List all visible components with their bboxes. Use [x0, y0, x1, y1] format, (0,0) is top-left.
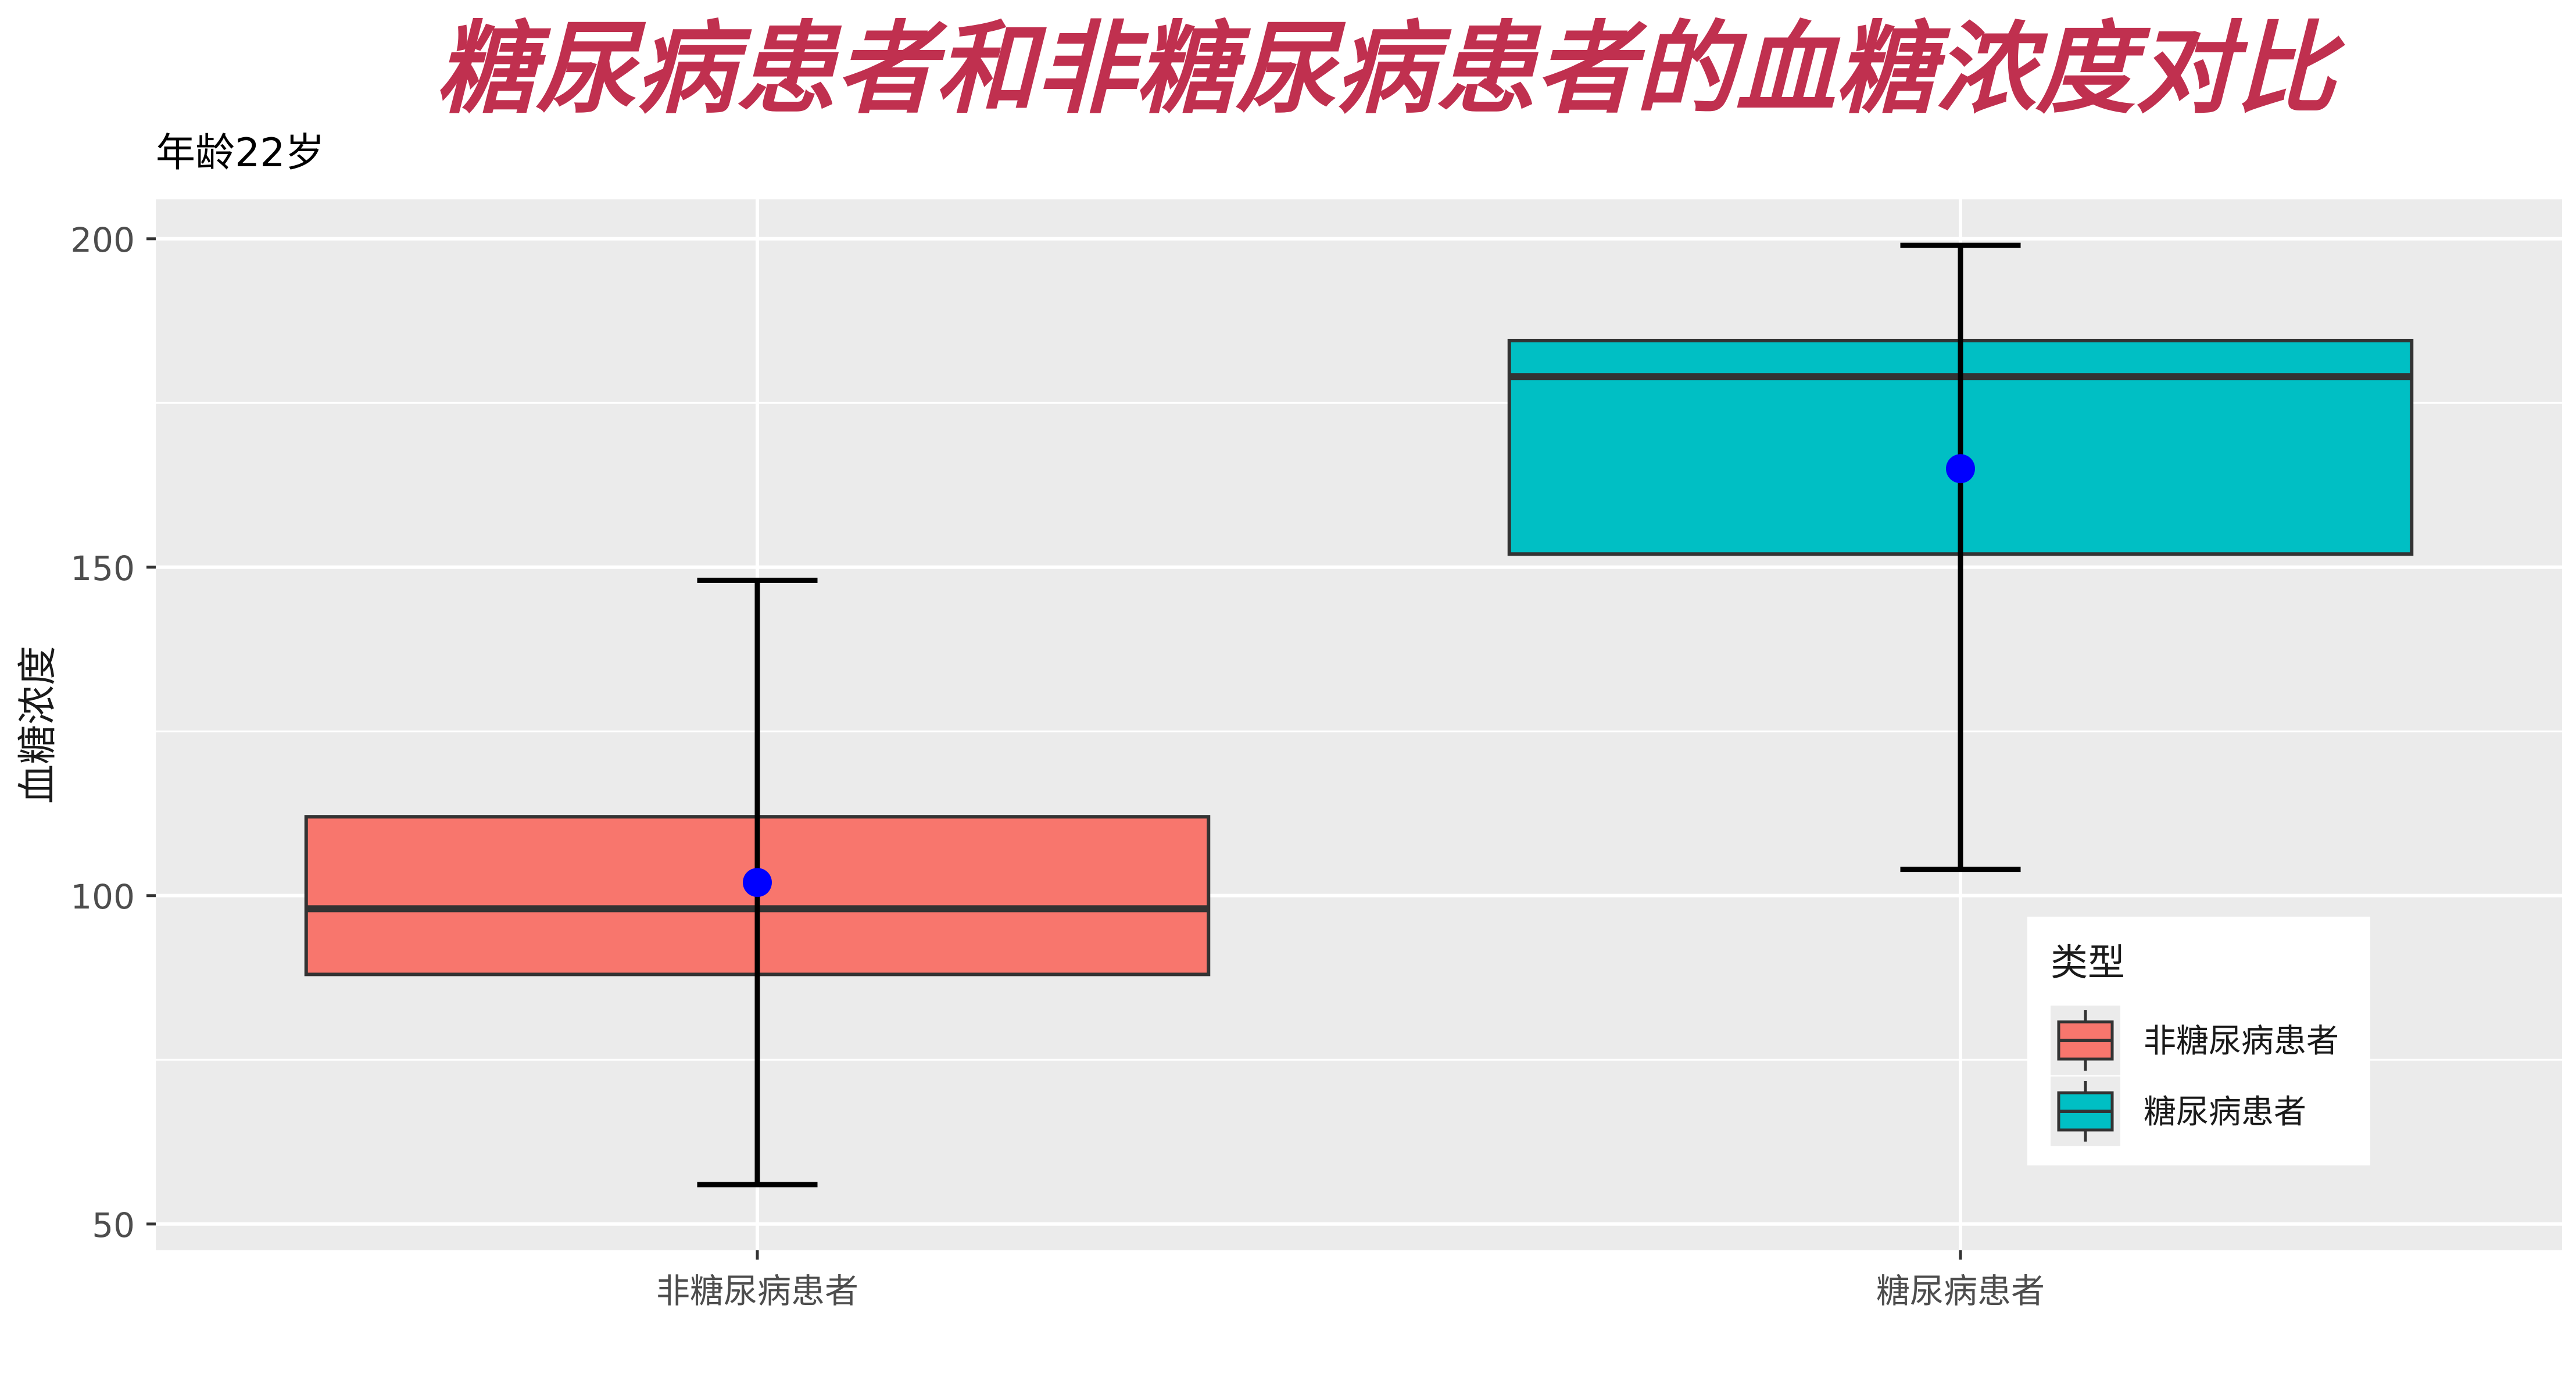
y-tick-label: 50	[92, 1206, 135, 1245]
y-tick-label: 150	[70, 549, 135, 588]
y-axis-title: 血糖浓度	[15, 646, 61, 804]
chart-subtitle: 年龄22岁	[156, 130, 325, 176]
x-tick-label: 糖尿病患者	[1876, 1271, 2045, 1311]
y-tick-label: 200	[70, 220, 135, 260]
legend-label: 非糖尿病患者	[2144, 1022, 2339, 1060]
chart: 糖尿病患者和非糖尿病患者的血糖浓度对比 年龄22岁 50 100 150 200 非糖…	[0, 0, 2576, 1377]
legend-title: 类型	[2051, 942, 2125, 985]
mean-point	[1946, 454, 1975, 484]
y-tick-label: 100	[70, 877, 135, 917]
x-tick-label: 非糖尿病患者	[656, 1271, 858, 1311]
legend: 类型 非糖尿病患者糖尿病患者	[2027, 917, 2370, 1165]
mean-point	[743, 868, 772, 897]
chart-title: 糖尿病患者和非糖尿病患者的血糖浓度对比	[436, 9, 2345, 127]
legend-label: 糖尿病患者	[2144, 1093, 2306, 1131]
